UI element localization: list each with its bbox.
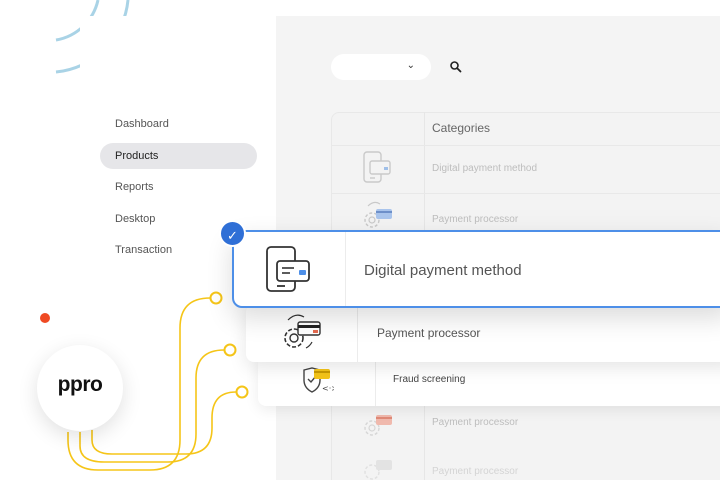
shield-card-icon: <·> — [303, 367, 334, 393]
search-icon[interactable] — [449, 60, 463, 74]
checkmark-icon: ✓ — [219, 220, 246, 247]
phone-card-icon — [266, 246, 310, 292]
card-divider — [357, 304, 358, 362]
table-row-label: Payment processor — [432, 214, 519, 225]
decorative-dot — [40, 313, 50, 323]
table-row-label: Digital payment method — [432, 163, 538, 174]
table-row-label: Payment processor — [432, 417, 519, 428]
logo-text: ppro — [57, 373, 103, 396]
sidebar-item-dashboard[interactable]: Dashboard — [100, 111, 257, 137]
sidebar-item-products[interactable]: Products — [100, 143, 257, 169]
phone-card-icon — [363, 151, 391, 183]
row-divider — [331, 193, 720, 194]
card-label: Fraud screening — [393, 374, 466, 385]
card-divider — [375, 356, 376, 406]
column-header-categories: Categories — [432, 121, 491, 135]
gear-card-icon — [364, 460, 392, 480]
card-divider — [345, 232, 346, 306]
chevron-down-icon: ⌄ — [406, 60, 415, 71]
sidebar-item-reports[interactable]: Reports — [100, 174, 257, 200]
gear-card-icon — [284, 314, 321, 349]
gear-card-icon — [364, 415, 392, 436]
gear-card-icon — [364, 201, 392, 228]
table-row-label: Payment processor — [432, 466, 519, 477]
brand-logo: ppro — [37, 345, 123, 431]
card-label: Digital payment method — [364, 262, 522, 279]
card-label: Payment processor — [377, 326, 481, 340]
svg-text:<·>: <·> — [322, 384, 334, 393]
row-divider — [331, 145, 720, 146]
filter-dropdown[interactable]: ⌄ — [331, 54, 431, 80]
